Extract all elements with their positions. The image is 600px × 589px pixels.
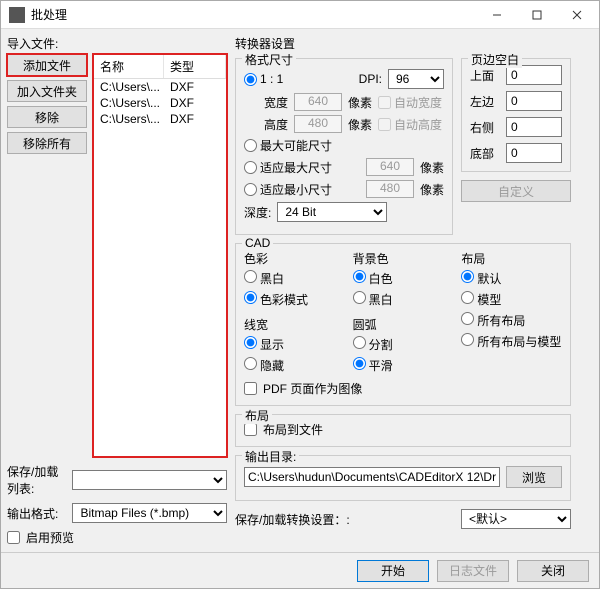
left-panel: 导入文件: 添加文件 加入文件夹 移除 移除所有 名称 类型 C:\Users\…: [7, 35, 227, 546]
remove-button[interactable]: 移除: [7, 106, 87, 128]
converter-settings-label: 转换器设置: [235, 35, 593, 52]
width-label: 宽度: [264, 94, 288, 111]
outdir-group: 输出目录: 浏览: [235, 455, 571, 501]
maximize-button[interactable]: [517, 2, 557, 28]
remove-all-button[interactable]: 移除所有: [7, 132, 87, 154]
window-title: 批处理: [31, 6, 477, 23]
bg-white-radio[interactable]: 白色: [353, 270, 454, 287]
width-value: 640: [294, 93, 342, 111]
margin-top-input[interactable]: [506, 65, 562, 85]
height-value: 480: [294, 115, 342, 133]
import-files-label: 导入文件:: [7, 35, 227, 52]
log-button: 日志文件: [437, 560, 509, 582]
add-files-button[interactable]: 添加文件: [7, 54, 87, 76]
height-label: 高度: [264, 116, 288, 133]
margin-left-input[interactable]: [506, 91, 562, 111]
cad-group: CAD 色彩 黑白 色彩模式 线宽 显示 隐藏: [235, 243, 571, 406]
save-settings-select[interactable]: <默认>: [461, 509, 571, 529]
save-list-label: 保存/加载列表:: [7, 463, 66, 497]
size-group: 格式尺寸 1 : 1 DPI: 96 宽度 640 像素 自动宽度: [235, 58, 453, 235]
arc-smooth-radio[interactable]: 平滑: [353, 357, 454, 374]
outdir-input[interactable]: [244, 467, 500, 487]
fit-min-radio[interactable]: 适应最小尺寸: [244, 181, 332, 198]
color-bw-radio[interactable]: 黑白: [244, 270, 345, 287]
pdf-as-image-checkbox[interactable]: PDF 页面作为图像: [244, 380, 562, 397]
depth-select[interactable]: 24 Bit: [277, 202, 387, 222]
customize-button: 自定义: [461, 180, 571, 202]
save-list-select[interactable]: [72, 470, 227, 490]
lw-hide-radio[interactable]: 隐藏: [244, 357, 345, 374]
auto-height-checkbox: 自动高度: [378, 116, 442, 133]
footer: 开始 日志文件 关闭: [1, 552, 599, 588]
titlebar: 批处理: [1, 1, 599, 29]
file-list[interactable]: 名称 类型 C:\Users\...DXF C:\Users\...DXF C:…: [93, 54, 227, 457]
auto-width-checkbox: 自动宽度: [378, 94, 442, 111]
layout-to-file-checkbox[interactable]: 布局到文件: [244, 421, 562, 438]
col-type[interactable]: 类型: [164, 55, 226, 78]
max-possible-radio[interactable]: 最大可能尺寸: [244, 137, 332, 154]
ratio-1to1-radio[interactable]: 1 : 1: [244, 72, 283, 86]
enable-preview-checkbox[interactable]: 启用预览: [7, 529, 227, 546]
arc-split-radio[interactable]: 分割: [353, 336, 454, 353]
layout-file-group: 布局 布局到文件: [235, 414, 571, 447]
minimize-button[interactable]: [477, 2, 517, 28]
close-button[interactable]: [557, 2, 597, 28]
batch-window: 批处理 导入文件: 添加文件 加入文件夹 移除 移除所有 名称 类型: [0, 0, 600, 589]
right-panel: 转换器设置 格式尺寸 1 : 1 DPI: 96 宽度: [235, 35, 593, 546]
add-folder-button[interactable]: 加入文件夹: [7, 80, 87, 102]
margin-right-input[interactable]: [506, 117, 562, 137]
layout-model-radio[interactable]: 模型: [461, 291, 562, 308]
margin-bottom-input[interactable]: [506, 143, 562, 163]
app-icon: [9, 7, 25, 23]
file-list-header: 名称 类型: [94, 55, 226, 79]
output-format-select[interactable]: Bitmap Files (*.bmp): [72, 503, 227, 523]
bg-black-radio[interactable]: 黑白: [353, 291, 454, 308]
lw-show-radio[interactable]: 显示: [244, 336, 345, 353]
save-settings-label: 保存/加载转换设置：:: [235, 511, 350, 528]
fit-max-radio[interactable]: 适应最大尺寸: [244, 159, 332, 176]
color-color-radio[interactable]: 色彩模式: [244, 291, 345, 308]
browse-button[interactable]: 浏览: [506, 466, 562, 488]
close-dialog-button[interactable]: 关闭: [517, 560, 589, 582]
layout-all-model-radio[interactable]: 所有布局与模型: [461, 333, 562, 350]
start-button[interactable]: 开始: [357, 560, 429, 582]
depth-label: 深度:: [244, 204, 271, 221]
dpi-select[interactable]: 96: [388, 69, 444, 89]
dpi-label: DPI:: [359, 72, 382, 86]
output-format-label: 输出格式:: [7, 505, 66, 522]
col-name[interactable]: 名称: [94, 55, 164, 78]
layout-default-radio[interactable]: 默认: [461, 270, 562, 287]
margins-group: 页边空白 上面 左边 右侧 底部: [461, 58, 571, 172]
table-row[interactable]: C:\Users\...DXF: [94, 79, 226, 95]
table-row[interactable]: C:\Users\...DXF: [94, 95, 226, 111]
table-row[interactable]: C:\Users\...DXF: [94, 111, 226, 127]
layout-all-radio[interactable]: 所有布局: [461, 312, 562, 329]
